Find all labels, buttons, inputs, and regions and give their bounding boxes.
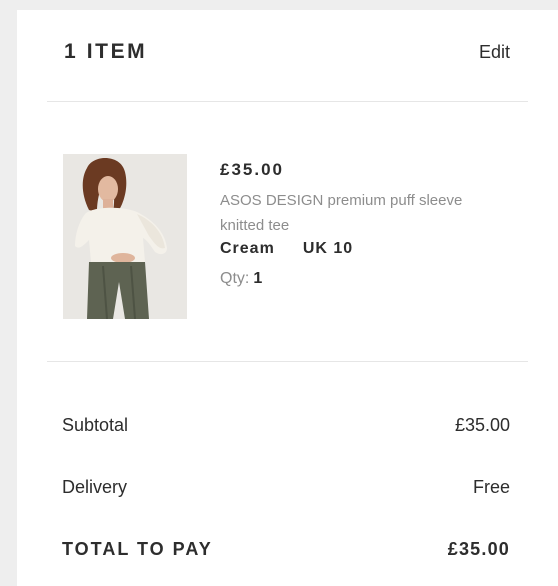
product-image[interactable] xyxy=(63,154,187,319)
delivery-label: Delivery xyxy=(62,477,128,497)
order-summary-card: 1 ITEM Edit £35.00 ASOS DESIGN premium p… xyxy=(17,10,558,586)
delivery-row: Delivery Free xyxy=(62,477,510,505)
item-price: £35.00 xyxy=(220,160,284,179)
total-value: £35.00 xyxy=(447,539,510,559)
subtotal-row: Subtotal £35.00 xyxy=(62,415,510,443)
item-variant: Cream UK 10 xyxy=(220,240,520,264)
bag-header: 1 ITEM Edit xyxy=(17,10,558,100)
product-photo-icon xyxy=(63,154,187,319)
qty-value: 1 xyxy=(253,270,263,287)
delivery-value: Free xyxy=(472,477,510,497)
product-name-link[interactable]: ASOS DESIGN premium puff sleeve knitted … xyxy=(220,188,500,238)
total-label: TOTAL TO PAY xyxy=(62,539,213,559)
item-details: £35.00 ASOS DESIGN premium puff sleeve k… xyxy=(220,160,520,288)
edit-link[interactable]: Edit xyxy=(479,42,510,63)
item-colour: Cream xyxy=(220,240,275,257)
item-quantity: Qty: 1 xyxy=(220,270,520,288)
order-totals: Subtotal £35.00 Delivery Free TOTAL TO P… xyxy=(17,362,558,586)
item-count-heading: 1 ITEM xyxy=(64,40,148,63)
qty-label: Qty: xyxy=(220,270,250,287)
item-size: UK 10 xyxy=(302,240,354,257)
subtotal-value: £35.00 xyxy=(454,415,510,435)
subtotal-label: Subtotal xyxy=(62,415,129,435)
total-row: TOTAL TO PAY £35.00 xyxy=(62,539,510,567)
bag-item: £35.00 ASOS DESIGN premium puff sleeve k… xyxy=(17,102,558,360)
